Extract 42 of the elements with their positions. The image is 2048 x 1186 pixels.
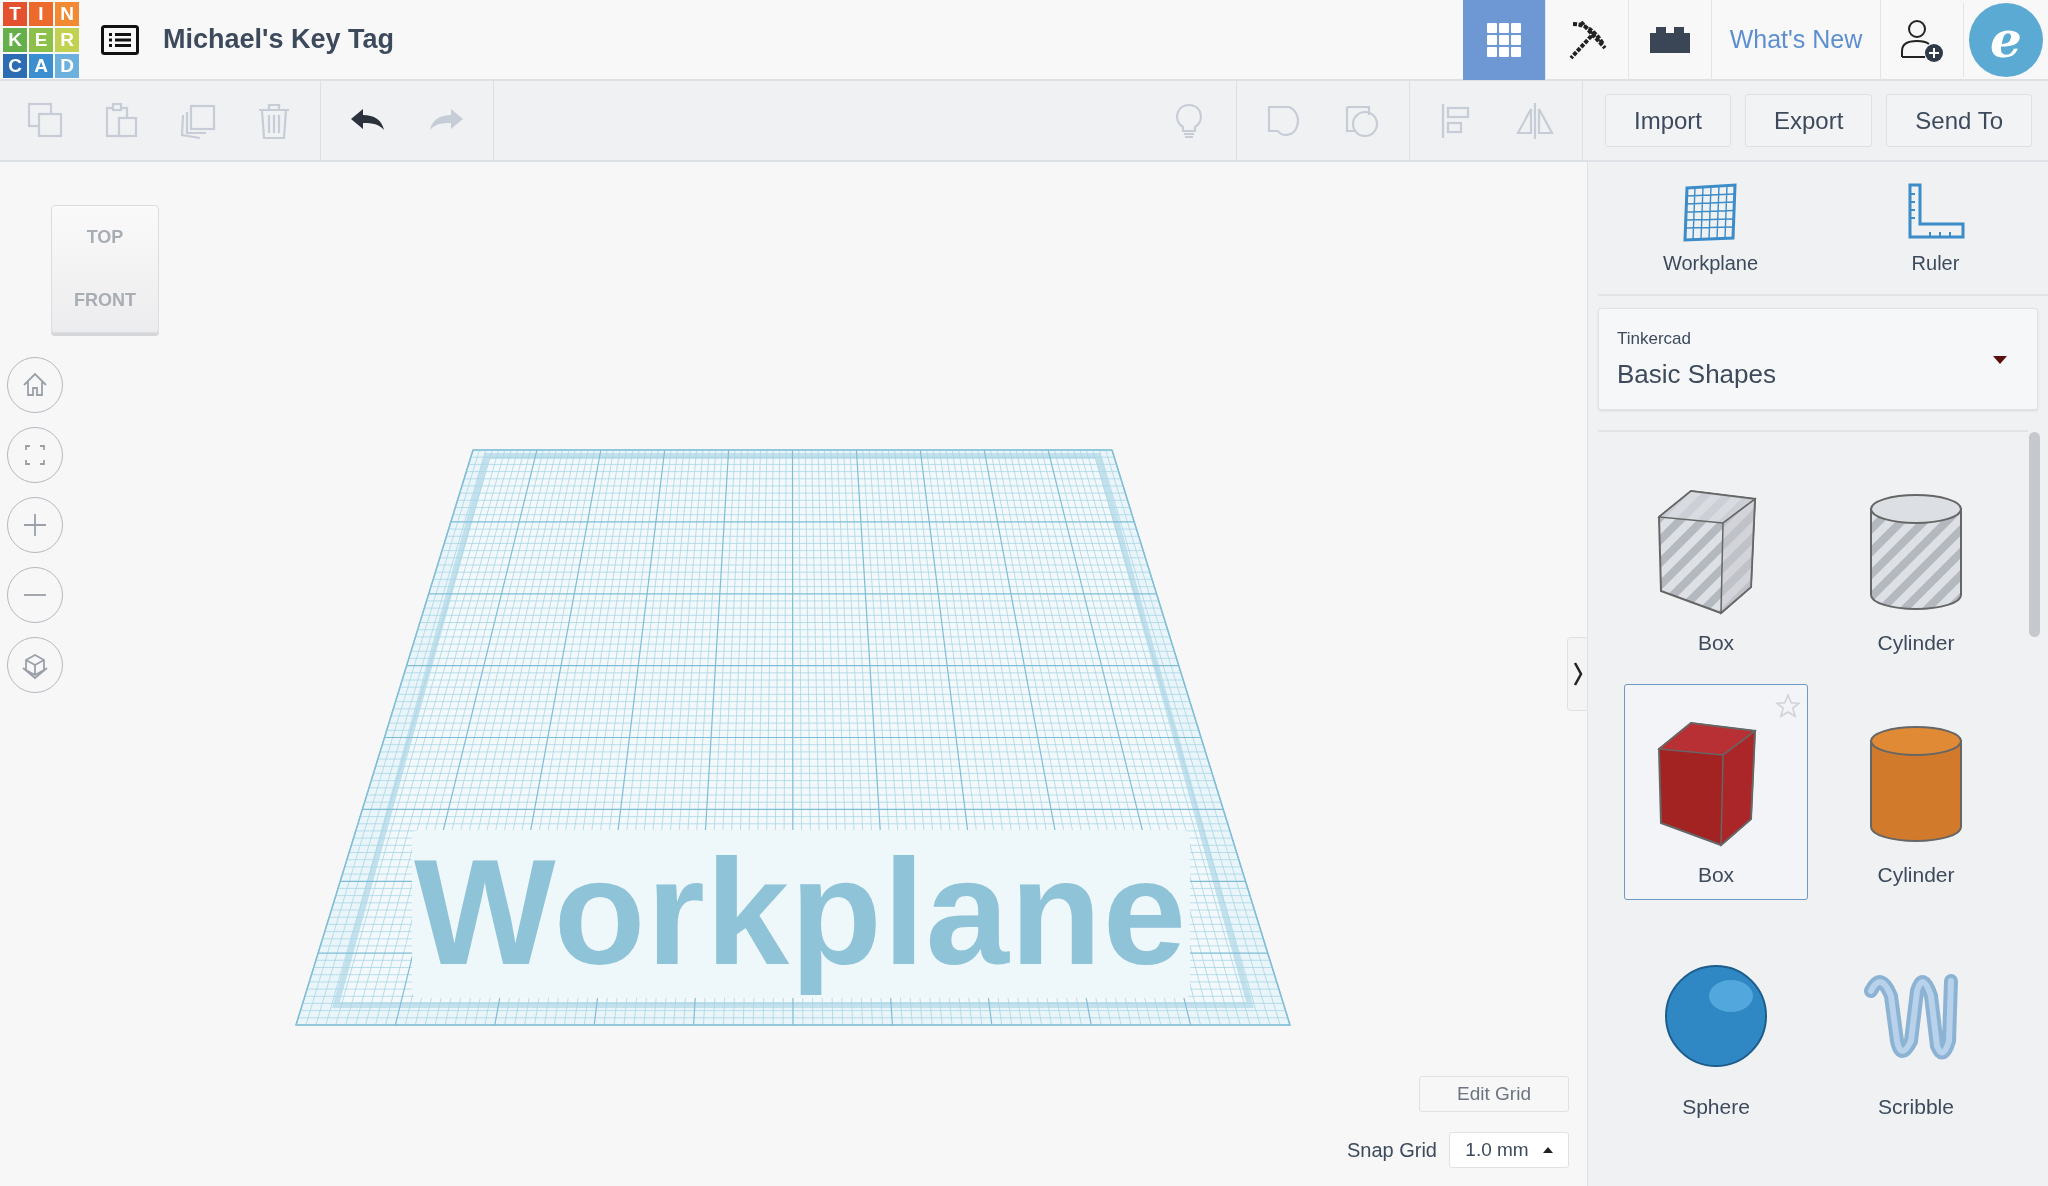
toolbar-button[interactable]: Import <box>1604 94 1731 147</box>
caret-icon <box>1542 1147 1553 1153</box>
brick-icon <box>1648 24 1692 55</box>
logo-letter: D <box>55 53 79 78</box>
logo-letter: I <box>29 1 53 26</box>
nav-button[interactable] <box>7 357 63 413</box>
logo-letter: N <box>55 1 79 26</box>
shape-library-dropdown[interactable]: Tinkercad Basic Shapes <box>1598 308 2038 410</box>
zoom-out-icon <box>24 593 46 597</box>
shape-item[interactable]: Box <box>1624 452 1808 668</box>
logo-letter: C <box>3 53 27 78</box>
star-icon[interactable] <box>1775 693 1801 719</box>
ruler-button[interactable]: Ruler <box>1855 162 2016 294</box>
logo-letter: A <box>29 53 53 78</box>
logo-letter: E <box>29 27 53 52</box>
shape-item[interactable]: Cylinder <box>1824 452 2008 668</box>
caret-icon <box>1993 356 2007 364</box>
shape-item[interactable]: Sphere <box>1624 916 1808 1132</box>
shape-item[interactable]: Cylinder <box>1824 684 2008 900</box>
project-title[interactable]: Michael's Key Tag <box>163 24 394 55</box>
logo-letter: R <box>55 27 79 52</box>
shape-item[interactable]: Scribble <box>1824 916 2008 1132</box>
workplane-button[interactable]: Workplane <box>1630 162 1791 294</box>
logo-letter: K <box>3 27 27 52</box>
cube-face-label: TOP <box>86 227 124 248</box>
snap-grid-dropdown[interactable]: 1.0 mm <box>1449 1132 1569 1168</box>
toolbar-button[interactable]: Send To <box>1886 94 2032 147</box>
list-icon[interactable] <box>101 24 139 55</box>
shape-item[interactable]: Box <box>1624 684 1808 900</box>
nav-button[interactable] <box>7 637 63 693</box>
logo-letter: T <box>3 1 27 26</box>
edit-grid-button[interactable]: Edit Grid <box>1419 1076 1569 1112</box>
nav-button[interactable] <box>7 427 63 483</box>
toolbar-button[interactable]: Export <box>1745 94 1873 147</box>
grid-icon <box>1486 21 1522 58</box>
nav-button[interactable] <box>7 567 63 623</box>
snap-grid-label: Snap Grid <box>1346 1138 1437 1162</box>
workplane-label: Workplane <box>414 827 1188 998</box>
nav-button[interactable] <box>7 497 63 553</box>
cube-face-label: FRONT <box>74 290 136 311</box>
collapse-panel-icon[interactable] <box>1567 637 1587 711</box>
scrollbar[interactable] <box>2029 432 2040 637</box>
